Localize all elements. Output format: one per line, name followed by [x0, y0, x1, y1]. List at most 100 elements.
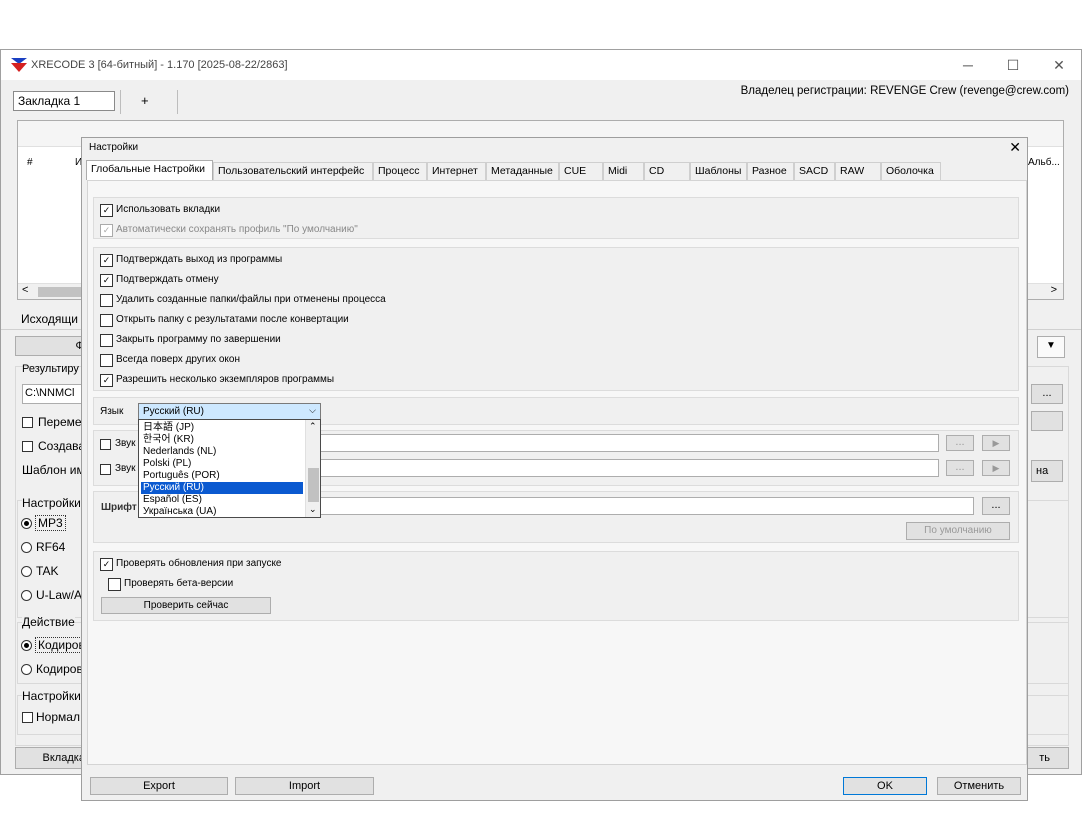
tab-internet[interactable]: Интернет — [427, 162, 486, 180]
language-dropdown-list[interactable]: 日本語 (JP) 한국어 (KR) Nederlands (NL) Polski… — [138, 419, 321, 518]
format-tak-label: TAK — [36, 564, 59, 578]
tab-metadata[interactable]: Метаданные — [486, 162, 559, 180]
font-browse-button[interactable]: ... — [982, 497, 1010, 515]
sound2-browse-button[interactable]: ... — [946, 460, 974, 476]
format-radio-tak[interactable] — [21, 566, 32, 577]
move-checkbox[interactable] — [22, 417, 33, 428]
close-on-finish-checkbox[interactable] — [100, 334, 113, 347]
tab-shell[interactable]: Оболочка — [881, 162, 941, 180]
scroll-up-icon[interactable]: ⌃ — [309, 421, 317, 432]
always-on-top-option[interactable]: Всегда поверх других окон — [100, 353, 500, 367]
always-on-top-label: Всегда поверх других окон — [116, 354, 240, 365]
export-button[interactable]: Export — [90, 777, 228, 795]
tab-midi[interactable]: Midi — [603, 162, 644, 180]
tab-user-interface[interactable]: Пользовательский интерфейс — [213, 162, 373, 180]
import-button[interactable]: Import — [235, 777, 374, 795]
use-tabs-option[interactable]: ✓ Использовать вкладки — [100, 203, 500, 217]
use-tabs-checkbox[interactable]: ✓ — [100, 204, 113, 217]
browse-button[interactable]: ... — [1031, 384, 1063, 404]
default-font-button[interactable]: По умолчанию — [906, 522, 1010, 540]
maximize-button[interactable]: ☐ — [998, 56, 1028, 74]
format-rf64-label: RF64 — [36, 540, 66, 554]
right-button[interactable] — [1031, 411, 1063, 431]
language-option[interactable]: Polski (PL) — [141, 458, 303, 470]
format-radio-mp3[interactable] — [21, 518, 32, 529]
language-option[interactable]: 日本語 (JP) — [141, 422, 303, 434]
dropdown-scroll-thumb[interactable] — [308, 468, 319, 502]
check-updates-option[interactable]: ✓ Проверять обновления при запуске — [100, 557, 500, 571]
language-option[interactable]: Nederlands (NL) — [141, 446, 303, 458]
normalize-checkbox[interactable] — [22, 712, 33, 723]
dropdown-arrow-icon[interactable]: ▼ — [1037, 336, 1065, 358]
tab-templates[interactable]: Шаблоны — [690, 162, 747, 180]
tab-global-settings[interactable]: Глобальные Настройки — [86, 160, 213, 180]
multi-instance-option[interactable]: ✓ Разрешить несколько экземпляров програ… — [100, 373, 500, 387]
action-radio-2[interactable] — [21, 664, 32, 675]
language-option[interactable]: 한국어 (KR) — [141, 434, 303, 446]
sound1-checkbox[interactable] — [100, 439, 111, 450]
minimize-button[interactable]: ─ — [953, 56, 983, 74]
open-folder-option[interactable]: Открыть папку с результатами после конве… — [100, 313, 500, 327]
tab-cue[interactable]: CUE — [559, 162, 603, 180]
tab-sacd[interactable]: SACD — [794, 162, 835, 180]
template-button[interactable]: на — [1031, 460, 1063, 482]
check-beta-checkbox[interactable] — [108, 578, 121, 591]
sound1-play-icon[interactable]: ▶ — [982, 435, 1010, 451]
convert-button[interactable]: ть — [1021, 747, 1069, 769]
language-option[interactable]: Español (ES) — [141, 494, 303, 506]
language-option[interactable]: Português (POR) — [141, 470, 303, 482]
multi-instance-checkbox[interactable]: ✓ — [100, 374, 113, 387]
close-button[interactable]: ✕ — [1044, 56, 1074, 74]
check-beta-option[interactable]: Проверять бета-версии — [108, 577, 508, 591]
tab-process[interactable]: Процесс — [373, 162, 427, 180]
sound1-browse-button[interactable]: ... — [946, 435, 974, 451]
tab-cd[interactable]: CD — [644, 162, 690, 180]
close-on-finish-option[interactable]: Закрыть программу по завершении — [100, 333, 500, 347]
sound1-input[interactable] — [309, 434, 939, 452]
tab-1[interactable]: Закладка 1 — [13, 91, 115, 111]
tab-separator — [120, 90, 121, 114]
open-folder-checkbox[interactable] — [100, 314, 113, 327]
language-selected-value: Русский (RU) — [143, 406, 204, 417]
delete-on-cancel-checkbox[interactable] — [100, 294, 113, 307]
action-radio-1[interactable] — [21, 640, 32, 651]
column-album[interactable]: Альб... — [1028, 157, 1060, 168]
check-updates-label: Проверять обновления при запуске — [116, 558, 282, 569]
tab-misc[interactable]: Разное — [747, 162, 794, 180]
format-ulaw-label: U-Law/A — [36, 588, 83, 602]
font-label: Шрифт — [101, 502, 137, 513]
font-input[interactable] — [309, 497, 974, 515]
sound2-label: Звук — [115, 463, 136, 474]
always-on-top-checkbox[interactable] — [100, 354, 113, 367]
format-radio-ulaw[interactable] — [21, 590, 32, 601]
delete-on-cancel-option[interactable]: Удалить созданные папки/файлы при отмене… — [100, 293, 500, 307]
scroll-down-icon[interactable]: ⌄ — [309, 504, 317, 515]
check-now-button[interactable]: Проверить сейчас — [101, 597, 271, 614]
tab-raw[interactable]: RAW — [835, 162, 881, 180]
cancel-button[interactable]: Отменить — [937, 777, 1021, 795]
language-select[interactable]: Русский (RU) ⌵ — [138, 403, 321, 420]
scroll-right-icon[interactable]: > — [1051, 284, 1057, 296]
ok-button[interactable]: OK — [843, 777, 927, 795]
check-updates-checkbox[interactable]: ✓ — [100, 558, 113, 571]
scroll-left-icon[interactable]: < — [22, 284, 28, 296]
sound2-play-icon[interactable]: ▶ — [982, 460, 1010, 476]
language-option-selected[interactable]: Русский (RU) — [141, 482, 303, 494]
open-folder-label: Открыть папку с результатами после конве… — [116, 314, 349, 325]
confirm-exit-checkbox[interactable]: ✓ — [100, 254, 113, 267]
xrecode-logo-icon — [11, 58, 27, 72]
normalize-label: Нормал — [36, 710, 80, 724]
create-checkbox[interactable] — [22, 441, 33, 452]
confirm-cancel-checkbox[interactable]: ✓ — [100, 274, 113, 287]
dialog-close-icon[interactable]: ✕ — [1009, 139, 1021, 156]
add-tab-button[interactable]: + — [141, 93, 149, 108]
confirm-cancel-option[interactable]: ✓ Подтверждать отмену — [100, 273, 500, 287]
confirm-exit-option[interactable]: ✓ Подтверждать выход из программы — [100, 253, 500, 267]
chevron-down-icon[interactable]: ⌵ — [309, 405, 316, 416]
sound2-checkbox[interactable] — [100, 464, 111, 475]
dropdown-scrollbar[interactable]: ⌃ ⌄ — [305, 420, 320, 517]
language-option[interactable]: Українська (UA) — [141, 506, 303, 518]
column-number[interactable]: # — [27, 157, 33, 168]
format-radio-rf64[interactable] — [21, 542, 32, 553]
sound2-input[interactable] — [309, 459, 939, 477]
